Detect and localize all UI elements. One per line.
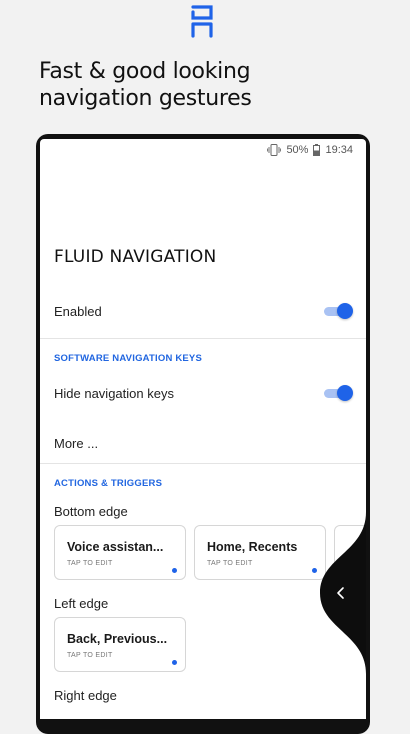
phone-screen: 50% 19:34 FLUID NAVIGATION Enabled SOFTW… [40, 139, 366, 719]
battery-icon [313, 144, 321, 156]
left-edge-label: Left edge [54, 596, 109, 611]
card-status-dot [172, 660, 177, 665]
bottom-edge-label: Bottom edge [54, 504, 128, 519]
section-header-software-keys: SOFTWARE NAVIGATION KEYS [54, 353, 203, 364]
enabled-toggle[interactable] [324, 303, 353, 319]
battery-percent: 50% [286, 144, 309, 156]
more-row[interactable]: More ... [40, 433, 366, 453]
page-title: FLUID NAVIGATION [54, 247, 217, 267]
card-subtitle: TAP TO EDIT [67, 652, 113, 659]
edge-swipe-handle[interactable] [320, 512, 366, 674]
divider [40, 338, 366, 339]
more-label: More ... [54, 435, 99, 451]
card-subtitle: TAP TO EDIT [67, 560, 113, 567]
section-header-actions: ACTIONS & TRIGGERS [54, 478, 163, 489]
status-bar: 50% 19:34 [267, 143, 353, 157]
vibrate-icon [267, 144, 282, 156]
headline-line-1: Fast & good looking [39, 59, 251, 84]
left-edge-card-1[interactable]: Back, Previous... TAP TO EDIT [54, 617, 186, 672]
hide-nav-keys-row[interactable]: Hide navigation keys [40, 383, 366, 403]
toggle-thumb [337, 385, 353, 401]
clock: 19:34 [325, 144, 353, 156]
card-title: Home, Recents [207, 540, 298, 554]
bottom-edge-card-2[interactable]: Home, Recents TAP TO EDIT [194, 525, 326, 580]
enabled-row[interactable]: Enabled [40, 301, 366, 321]
hide-nav-keys-label: Hide navigation keys [54, 385, 174, 401]
right-edge-label: Right edge [54, 688, 117, 703]
card-title: Back, Previous... [67, 632, 168, 646]
card-status-dot [312, 568, 317, 573]
hide-nav-keys-toggle[interactable] [324, 385, 353, 401]
fluid-ng-logo-icon [191, 5, 213, 38]
headline: Fast & good looking navigation gestures [39, 58, 252, 112]
enabled-label: Enabled [54, 303, 102, 319]
toggle-thumb [337, 303, 353, 319]
bottom-edge-card-1[interactable]: Voice assistan... TAP TO EDIT [54, 525, 186, 580]
headline-line-2: navigation gestures [39, 86, 252, 111]
card-subtitle: TAP TO EDIT [207, 560, 253, 567]
card-status-dot [172, 568, 177, 573]
card-title: Voice assistan... [67, 540, 164, 554]
divider [40, 463, 366, 464]
